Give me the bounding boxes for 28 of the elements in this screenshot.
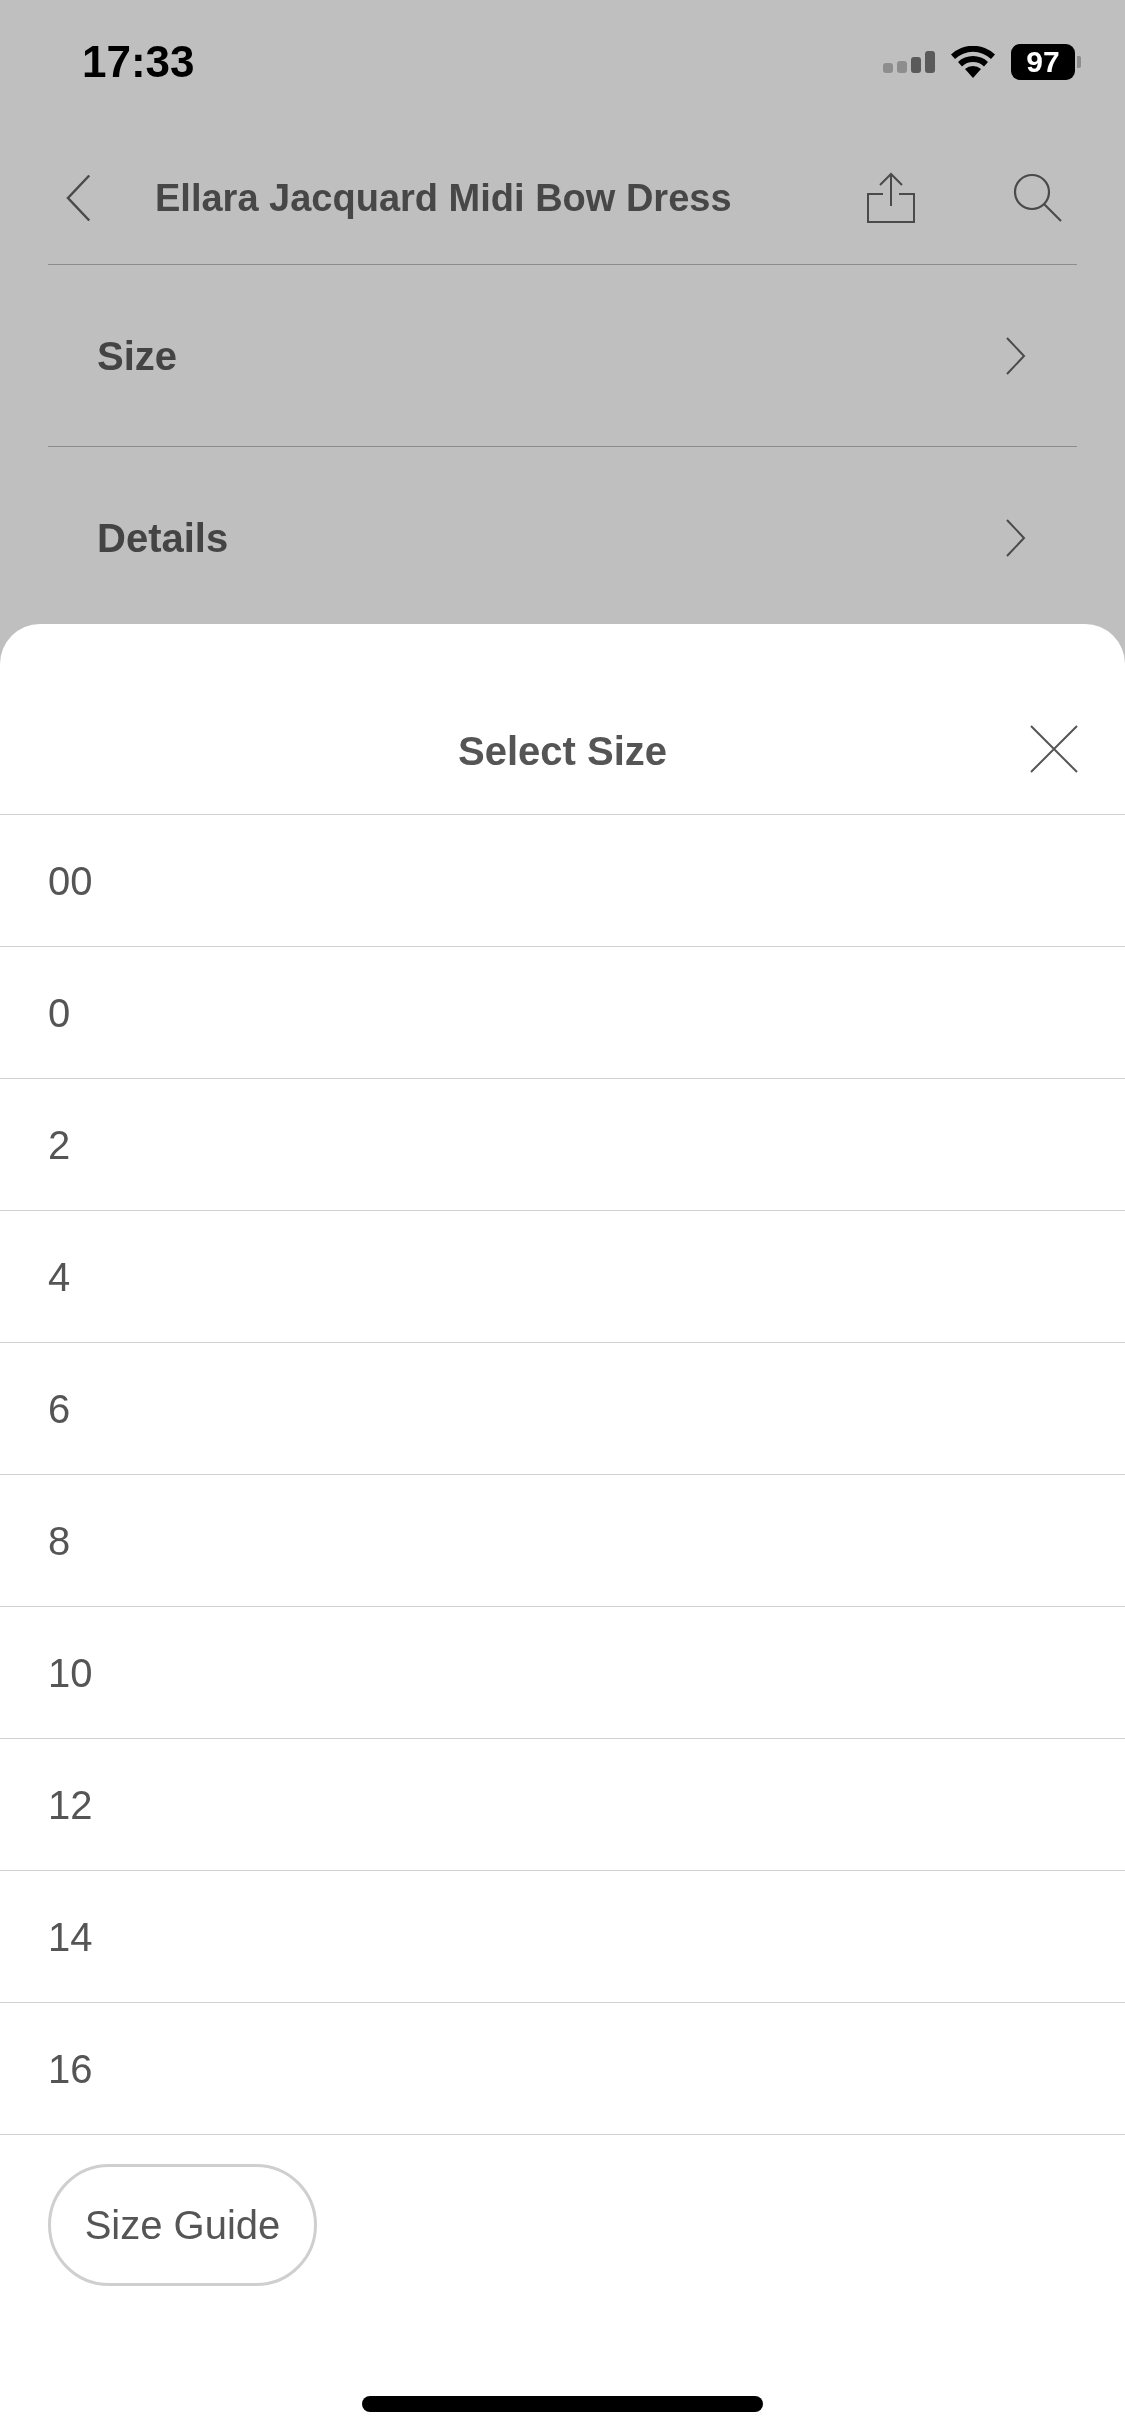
search-icon <box>1013 173 1063 223</box>
share-button[interactable] <box>865 172 917 224</box>
search-button[interactable] <box>1013 173 1063 223</box>
section-row[interactable]: Size <box>0 265 1125 446</box>
size-option[interactable]: 00 <box>0 815 1125 947</box>
chevron-right-icon <box>1005 517 1027 558</box>
share-icon <box>866 172 916 224</box>
close-icon <box>1030 725 1078 773</box>
battery-percentage: 97 <box>1011 44 1075 80</box>
wifi-icon <box>951 46 995 78</box>
nav-title: Ellara Jacquard Midi Bow Dress <box>155 179 732 217</box>
size-option[interactable]: 0 <box>0 947 1125 1079</box>
size-option[interactable]: 16 <box>0 2003 1125 2135</box>
status-time: 17:33 <box>82 40 195 88</box>
close-button[interactable] <box>1029 724 1079 774</box>
sheet-title: Select Size <box>458 731 667 771</box>
size-option[interactable]: 12 <box>0 1739 1125 1871</box>
chevron-right-icon <box>1005 335 1027 376</box>
size-option[interactable]: 10 <box>0 1607 1125 1739</box>
back-chevron-icon <box>64 173 92 223</box>
size-option[interactable]: 14 <box>0 1871 1125 2003</box>
size-guide-button[interactable]: Size Guide <box>48 2164 317 2286</box>
signal-icon <box>883 51 935 73</box>
size-option[interactable]: 8 <box>0 1475 1125 1607</box>
size-option[interactable]: 2 <box>0 1079 1125 1211</box>
section-row[interactable]: Details <box>0 447 1125 624</box>
size-option[interactable]: 6 <box>0 1343 1125 1475</box>
size-option[interactable]: 4 <box>0 1211 1125 1343</box>
